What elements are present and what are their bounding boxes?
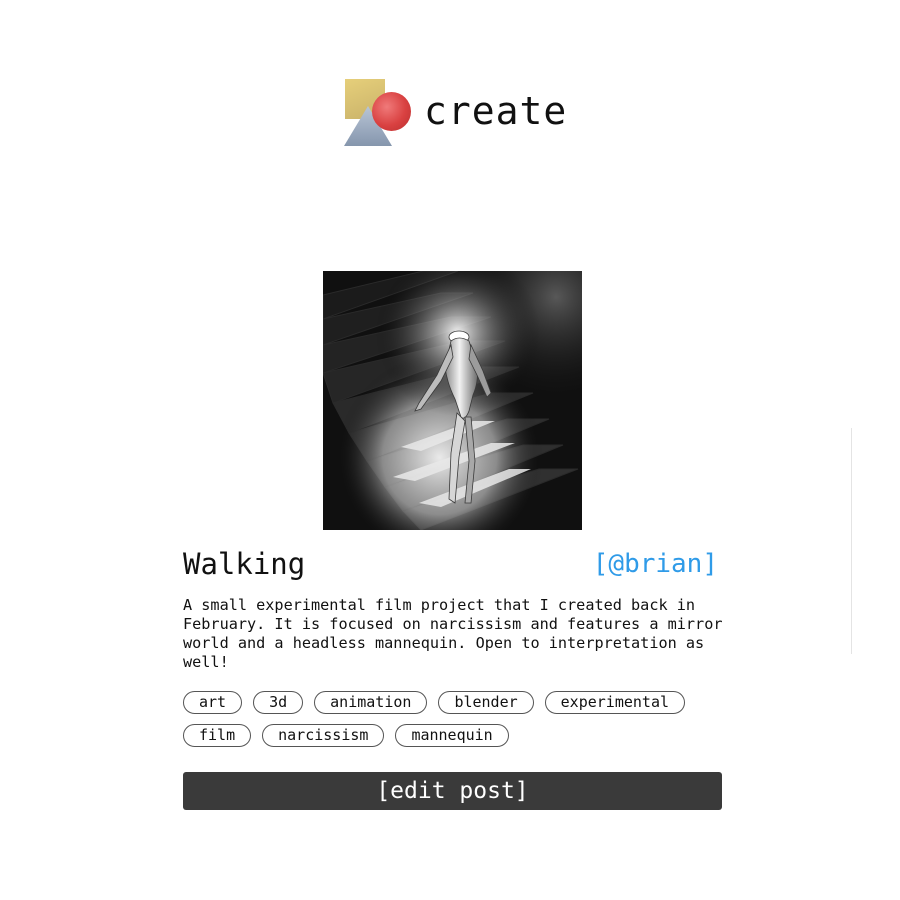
tag-chip[interactable]: blender xyxy=(438,691,534,714)
tag-chip[interactable]: experimental xyxy=(544,691,686,714)
post-header: Walking [@brian] xyxy=(183,544,721,584)
tag-chip[interactable]: film xyxy=(183,724,252,747)
tag-chip[interactable]: narcissism xyxy=(262,724,385,747)
logo-mark-icon xyxy=(344,78,414,148)
post-image xyxy=(323,271,582,530)
tag-list: art 3d animation blender experimental fi… xyxy=(183,691,728,747)
post-title: Walking xyxy=(183,547,306,581)
author-link[interactable]: [@brian] xyxy=(593,544,718,584)
tag-chip[interactable]: mannequin xyxy=(395,724,509,747)
tag-chip[interactable]: art xyxy=(183,691,243,714)
logo-circle-shape xyxy=(372,92,411,131)
app-logo[interactable]: create xyxy=(344,78,567,148)
edit-post-button[interactable]: [edit post] xyxy=(183,772,722,810)
post-description: A small experimental film project that I… xyxy=(183,596,723,671)
tag-chip[interactable]: 3d xyxy=(253,691,304,714)
tag-chip[interactable]: animation xyxy=(314,691,428,714)
scrollbar-track[interactable] xyxy=(851,428,852,654)
post-image-art xyxy=(323,271,582,530)
app-name: create xyxy=(424,89,568,133)
